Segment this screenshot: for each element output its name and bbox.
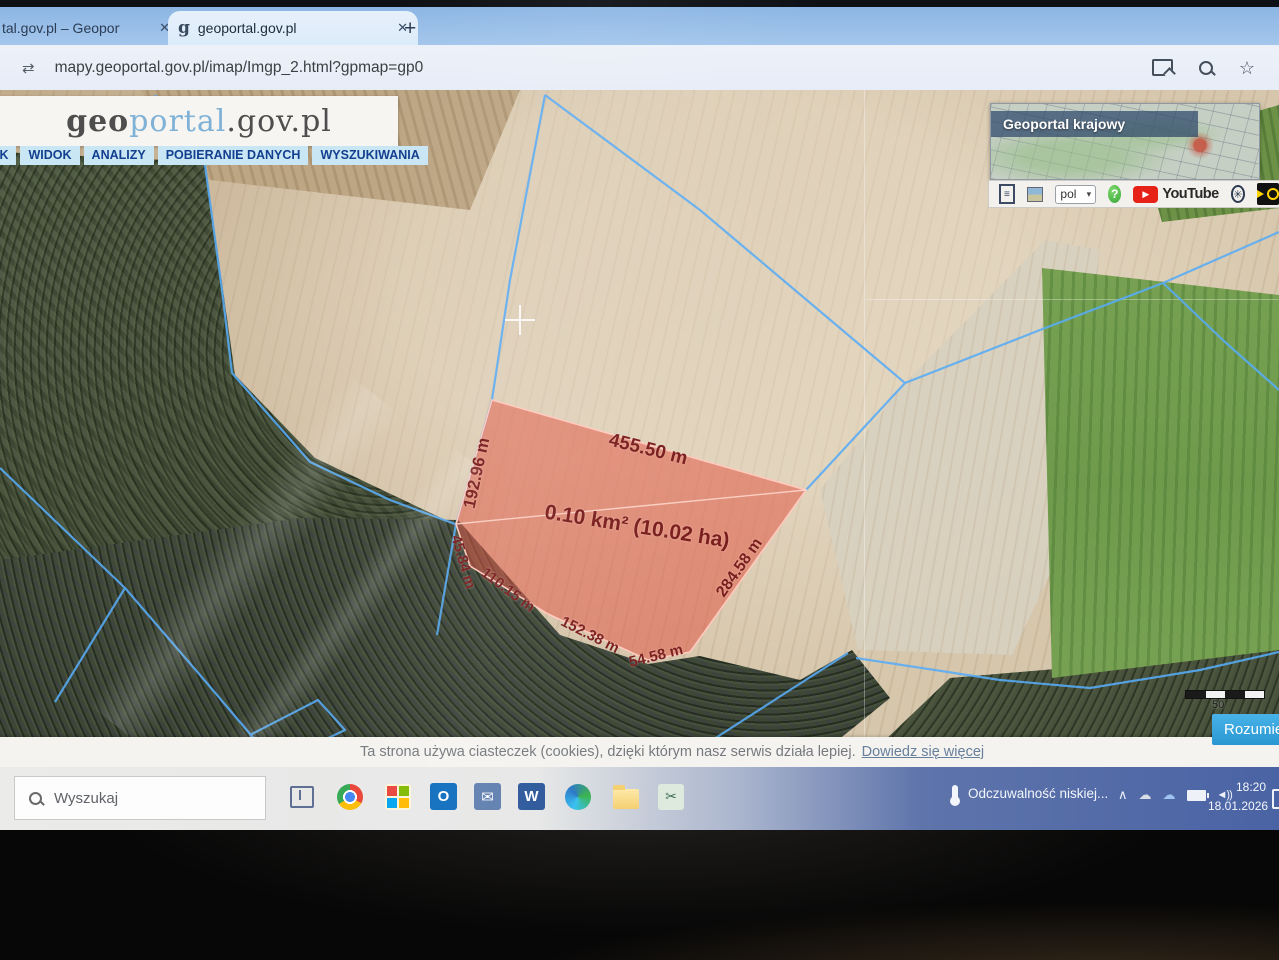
clock-time: 18:20 bbox=[1235, 780, 1266, 794]
tab-title: geoportal.gov.pl bbox=[197, 20, 297, 36]
cookie-accept-button[interactable]: Rozumiem bbox=[1212, 714, 1279, 745]
ship-wheel-icon[interactable]: ✳ bbox=[1230, 185, 1245, 203]
contrast-dot-icon bbox=[1267, 188, 1279, 200]
mail-icon[interactable]: ✉ bbox=[474, 783, 501, 810]
cast-icon[interactable] bbox=[1151, 59, 1173, 76]
windows-taskbar: Wyszukaj O ✉ W ✂ Odczuwalność niskiej...… bbox=[0, 767, 1279, 830]
menu-item-widok[interactable]: WIDOK bbox=[20, 146, 80, 165]
language-value: pol bbox=[1060, 187, 1077, 201]
geoportal-toolbar: ≡ pol ▾ ? ▶ YouTube ✳ bbox=[988, 180, 1279, 208]
menu-item-pobieranie-danych[interactable]: POBIERANIE DANYCH bbox=[157, 146, 309, 165]
clock-date: 18.01.2026 bbox=[1208, 798, 1269, 813]
youtube-link[interactable]: ▶ YouTube bbox=[1133, 185, 1219, 203]
snip-icon[interactable]: ✂ bbox=[658, 783, 684, 810]
onedrive-icon[interactable]: ☁ bbox=[1139, 787, 1152, 803]
map-viewport[interactable]: 455.50 m 192.96 m 45.84 m 110.15 m 152.3… bbox=[0, 90, 1279, 745]
geoportal-logo: geoportal.gov.pl bbox=[66, 104, 332, 139]
logo-portal: portal bbox=[129, 103, 227, 139]
search-icon bbox=[29, 791, 42, 805]
logo-geo: geo bbox=[66, 103, 130, 139]
bip-icon[interactable]: ≡ bbox=[999, 184, 1015, 204]
cursor-arrow-icon bbox=[1257, 190, 1264, 198]
weather-widget[interactable]: Odczuwalność niskiej... bbox=[950, 785, 1109, 806]
chevron-down-icon: ▾ bbox=[1086, 188, 1092, 199]
youtube-play-icon: ▶ bbox=[1133, 185, 1159, 203]
store-icon[interactable] bbox=[382, 781, 413, 812]
cookie-message: Ta strona używa ciasteczek (cookies), dz… bbox=[360, 744, 856, 760]
map-sheet-icon[interactable] bbox=[1026, 186, 1044, 202]
laptop-bezel bbox=[0, 830, 1279, 960]
outlook-icon[interactable]: O bbox=[430, 783, 457, 810]
logo-suffix: .gov.pl bbox=[226, 103, 332, 139]
browser-tab-bar: tal.gov.pl – Geoportal In ✕ g geoportal.… bbox=[0, 7, 1279, 45]
file-explorer-icon[interactable] bbox=[610, 781, 641, 812]
zoom-icon[interactable] bbox=[1198, 60, 1213, 75]
menu-item-analizy[interactable]: ANALIZY bbox=[83, 146, 154, 165]
menu-item-wyszukiwania[interactable]: WYSZUKIWANIA bbox=[312, 146, 428, 165]
tab-geoportal-info[interactable]: tal.gov.pl – Geoportal In ✕ bbox=[0, 11, 176, 45]
tray-chevron-icon[interactable]: ∧ bbox=[1118, 787, 1128, 803]
tab-geoportal-map[interactable]: g geoportal.gov.pl ✕ bbox=[168, 11, 418, 45]
taskbar-search-input[interactable]: Wyszukaj bbox=[14, 776, 266, 820]
minimap-title: Geoportal krajowy bbox=[1003, 116, 1126, 132]
chrome-icon[interactable] bbox=[334, 781, 365, 812]
map-scale-label: 50 bbox=[1212, 699, 1225, 711]
browser-address-bar: ⇄ mapy.geoportal.gov.pl/imap/Imgp_2.html… bbox=[0, 45, 1279, 90]
map-scale-bar bbox=[1185, 690, 1265, 699]
geoportal-menu-bar: PLIK WIDOK ANALIZY POBIERANIE DANYCH WYS… bbox=[0, 146, 428, 165]
address-bar-actions: ☆ bbox=[1151, 59, 1255, 77]
thermometer-icon bbox=[950, 785, 960, 806]
overview-minimap[interactable]: Geoportal krajowy bbox=[990, 103, 1260, 180]
weather-text: Odczuwalność niskiej... bbox=[968, 785, 1109, 801]
language-select[interactable]: pol ▾ bbox=[1055, 184, 1097, 204]
photo-top-edge bbox=[0, 0, 1279, 7]
geoportal-favicon-icon: g bbox=[178, 18, 190, 38]
cookie-learn-more-link[interactable]: Dowiedz się więcej bbox=[862, 744, 985, 760]
bookmark-star-icon[interactable]: ☆ bbox=[1239, 59, 1255, 77]
map-center-crosshair-icon bbox=[505, 305, 535, 335]
youtube-label: YouTube bbox=[1162, 186, 1219, 202]
site-info-icon[interactable]: ⇄ bbox=[22, 59, 35, 77]
url-text[interactable]: mapy.geoportal.gov.pl/imap/Imgp_2.html?g… bbox=[55, 59, 424, 77]
word-icon[interactable]: W bbox=[518, 783, 545, 810]
notification-center-icon[interactable] bbox=[1272, 789, 1279, 809]
taskbar-app-icons: O ✉ W ✂ bbox=[286, 781, 684, 812]
menu-item-plik[interactable]: PLIK bbox=[0, 146, 17, 165]
search-placeholder: Wyszukaj bbox=[54, 789, 119, 807]
taskbar-clock[interactable]: 18:20 18.01.2026 bbox=[1208, 778, 1269, 815]
geoportal-header: geoportal.gov.pl bbox=[0, 96, 398, 146]
contrast-toggle-icon[interactable] bbox=[1257, 183, 1279, 205]
tab-title: tal.gov.pl – Geoportal In bbox=[2, 20, 120, 36]
laptop-photo: tal.gov.pl – Geoportal In ✕ g geoportal.… bbox=[0, 0, 1279, 960]
minimap-title-band: Geoportal krajowy bbox=[991, 111, 1198, 137]
new-tab-button[interactable]: + bbox=[404, 17, 416, 41]
battery-icon[interactable] bbox=[1186, 789, 1209, 801]
cookie-banner: Ta strona używa ciasteczek (cookies), dz… bbox=[0, 737, 1279, 767]
task-view-icon[interactable] bbox=[286, 781, 317, 812]
edge-icon[interactable] bbox=[562, 781, 593, 812]
cloud-sync-icon[interactable]: ☁ bbox=[1163, 787, 1176, 803]
help-icon[interactable]: ? bbox=[1108, 185, 1122, 203]
